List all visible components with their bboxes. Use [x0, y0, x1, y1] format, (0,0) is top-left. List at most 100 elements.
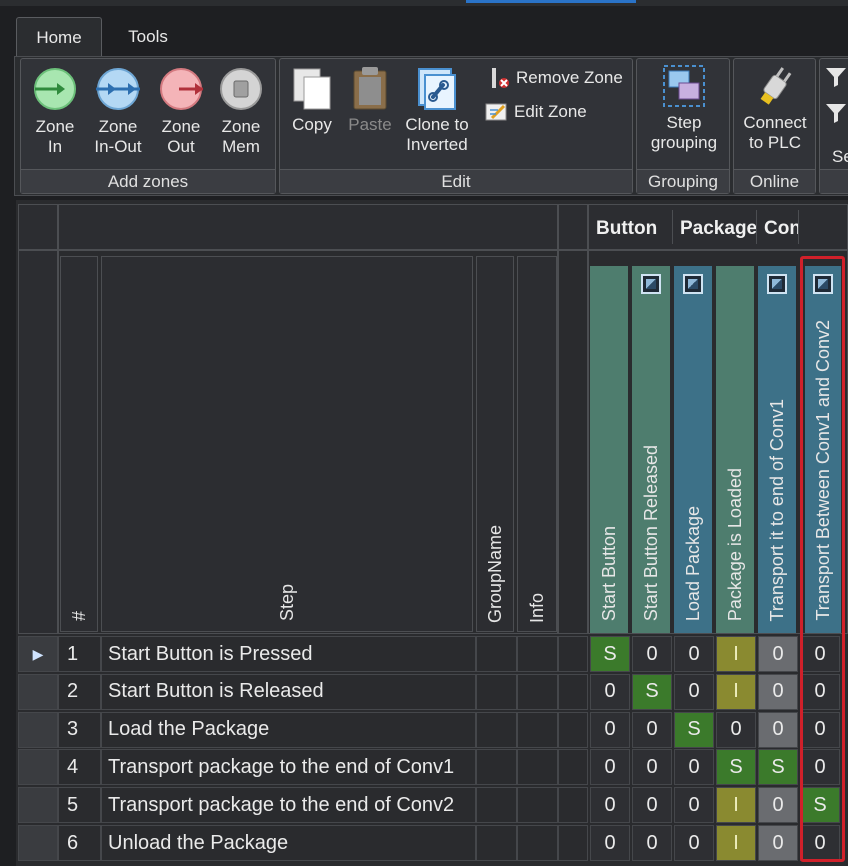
spacer-cell [558, 749, 588, 786]
step-grouping-button[interactable]: Step grouping [643, 63, 725, 153]
zone-state-cell[interactable]: 0 [632, 749, 672, 786]
zone-out-button[interactable]: Zone Out [155, 67, 207, 157]
filter-icon[interactable] [824, 65, 848, 89]
info-cell[interactable] [517, 749, 558, 786]
zone-state-cell[interactable]: 0 [674, 825, 714, 861]
filter-clear-icon[interactable] [824, 101, 848, 125]
groupname-cell[interactable] [476, 749, 517, 786]
table-row[interactable]: 2 Start Button is Released 0 S 0 I 0 0 [18, 673, 848, 712]
row-selector[interactable] [18, 711, 58, 748]
zone-state-cell[interactable]: 0 [758, 825, 798, 861]
column-header-start-button-released[interactable]: Start Button Released [632, 266, 670, 633]
info-cell[interactable] [517, 711, 558, 748]
row-selector[interactable] [18, 825, 58, 861]
column-header-step[interactable]: Step [101, 256, 473, 632]
table-row[interactable]: 3 Load the Package 0 0 S 0 0 0 [18, 711, 848, 750]
spacer-cell [558, 787, 588, 824]
remove-zone-icon [492, 68, 509, 88]
connect-to-plc-button[interactable]: Connect to PLC [736, 63, 814, 153]
step-name-cell[interactable]: Start Button is Pressed [101, 636, 476, 672]
column-header-groupname[interactable]: GroupName [476, 256, 514, 632]
info-cell[interactable] [517, 636, 558, 672]
zone-state-cell[interactable]: 0 [590, 787, 630, 824]
row-selector[interactable]: ▶ [18, 636, 58, 672]
groupname-cell[interactable] [476, 673, 517, 710]
zone-state-cell[interactable]: S [590, 636, 630, 672]
zone-state-cell[interactable]: 0 [632, 787, 672, 824]
edit-zone-button[interactable]: Edit Zone [484, 99, 587, 125]
copy-button[interactable]: Copy [286, 65, 338, 135]
zone-state-cell[interactable]: 0 [758, 787, 798, 824]
column-header-transport-conv1[interactable]: Transport it to end of Conv1 [758, 266, 796, 633]
ribbon-group-edit: Copy Paste Clone to Inverted Remove Zone [279, 58, 633, 194]
groupname-cell[interactable] [476, 825, 517, 861]
zone-state-cell[interactable]: 0 [632, 636, 672, 672]
groupname-cell[interactable] [476, 787, 517, 824]
column-header-info[interactable]: Info [517, 256, 557, 632]
zone-state-cell[interactable]: 0 [674, 787, 714, 824]
zone-state-cell[interactable]: 0 [632, 711, 672, 748]
row-selector[interactable] [18, 673, 58, 710]
row-number: 3 [58, 711, 101, 748]
step-name-cell[interactable]: Transport package to the end of Conv2 [101, 787, 476, 824]
step-name-cell[interactable]: Unload the Package [101, 825, 476, 861]
table-row[interactable]: ▶ 1 Start Button is Pressed S 0 0 I 0 0 [18, 636, 848, 674]
zone-in-button[interactable]: Zone In [29, 67, 81, 157]
step-name-cell[interactable]: Transport package to the end of Conv1 [101, 749, 476, 786]
zone-in-out-button[interactable]: Zone In-Out [89, 67, 147, 157]
info-cell[interactable] [517, 787, 558, 824]
row-number: 4 [58, 749, 101, 786]
table-row[interactable]: 5 Transport package to the end of Conv2 0 0… [18, 787, 848, 825]
zone-state-cell[interactable]: 0 [632, 825, 672, 861]
tab-home[interactable]: Home [16, 17, 102, 57]
zone-state-cell[interactable]: 0 [758, 711, 798, 748]
zone-state-cell[interactable]: S [674, 711, 714, 748]
groupname-cell[interactable] [476, 711, 517, 748]
zone-state-cell[interactable]: 0 [590, 673, 630, 710]
zone-state-cell[interactable]: 0 [716, 711, 756, 748]
zone-state-cell[interactable]: I [716, 825, 756, 861]
zone-state-cell[interactable]: S [758, 749, 798, 786]
zone-state-cell[interactable]: 0 [590, 825, 630, 861]
table-row[interactable]: 4 Transport package to the end of Conv1 0 0… [18, 749, 848, 787]
column-header-number[interactable]: # [60, 256, 98, 632]
zone-state-cell[interactable]: 0 [590, 749, 630, 786]
zone-state-cell[interactable]: S [632, 673, 672, 710]
zone-state-cell[interactable]: 0 [674, 749, 714, 786]
zone-state-cell[interactable]: 0 [758, 673, 798, 710]
zone-mem-button[interactable]: Zone Mem [215, 67, 267, 157]
column-header-start-button[interactable]: Start Button [590, 266, 628, 633]
row-selector[interactable] [18, 749, 58, 786]
column-header-load-package[interactable]: Load Package [674, 266, 712, 633]
step-grouping-icon [663, 65, 705, 107]
row-selector[interactable] [18, 787, 58, 824]
zone-state-cell[interactable]: I [716, 636, 756, 672]
clone-icon [418, 68, 456, 110]
ribbon-group-online: Connect to PLC Online [733, 58, 816, 194]
column-header-label: Start Button [598, 525, 619, 621]
zone-state-cell[interactable]: I [716, 673, 756, 710]
step-name-cell[interactable]: Load the Package [101, 711, 476, 748]
filter-search-label: Se [832, 147, 848, 166]
zone-state-cell[interactable]: I [716, 787, 756, 824]
remove-zone-button[interactable]: Remove Zone [488, 65, 623, 91]
zone-state-cell[interactable]: 0 [590, 711, 630, 748]
paste-button[interactable]: Paste [344, 65, 396, 135]
step-name-cell[interactable]: Start Button is Released [101, 673, 476, 710]
groupname-cell[interactable] [476, 636, 517, 672]
tab-tools[interactable]: Tools [110, 17, 186, 57]
zone-state-cell[interactable]: 0 [758, 636, 798, 672]
info-cell[interactable] [517, 673, 558, 710]
info-cell[interactable] [517, 825, 558, 861]
column-header-package-is-loaded[interactable]: Package is Loaded [716, 266, 754, 633]
zone-state-cell[interactable]: 0 [674, 636, 714, 672]
paste-label: Paste [348, 115, 392, 134]
spacer-column [558, 250, 588, 634]
zone-state-cell[interactable]: 0 [674, 673, 714, 710]
current-row-arrow-icon: ▶ [32, 645, 44, 662]
corner-header [18, 204, 58, 250]
table-row[interactable]: 6 Unload the Package 0 0 0 I 0 0 [18, 825, 848, 863]
zone-out-label: Zone Out [161, 117, 201, 156]
zone-state-cell[interactable]: S [716, 749, 756, 786]
clone-to-inverted-button[interactable]: Clone to Inverted [400, 65, 474, 155]
